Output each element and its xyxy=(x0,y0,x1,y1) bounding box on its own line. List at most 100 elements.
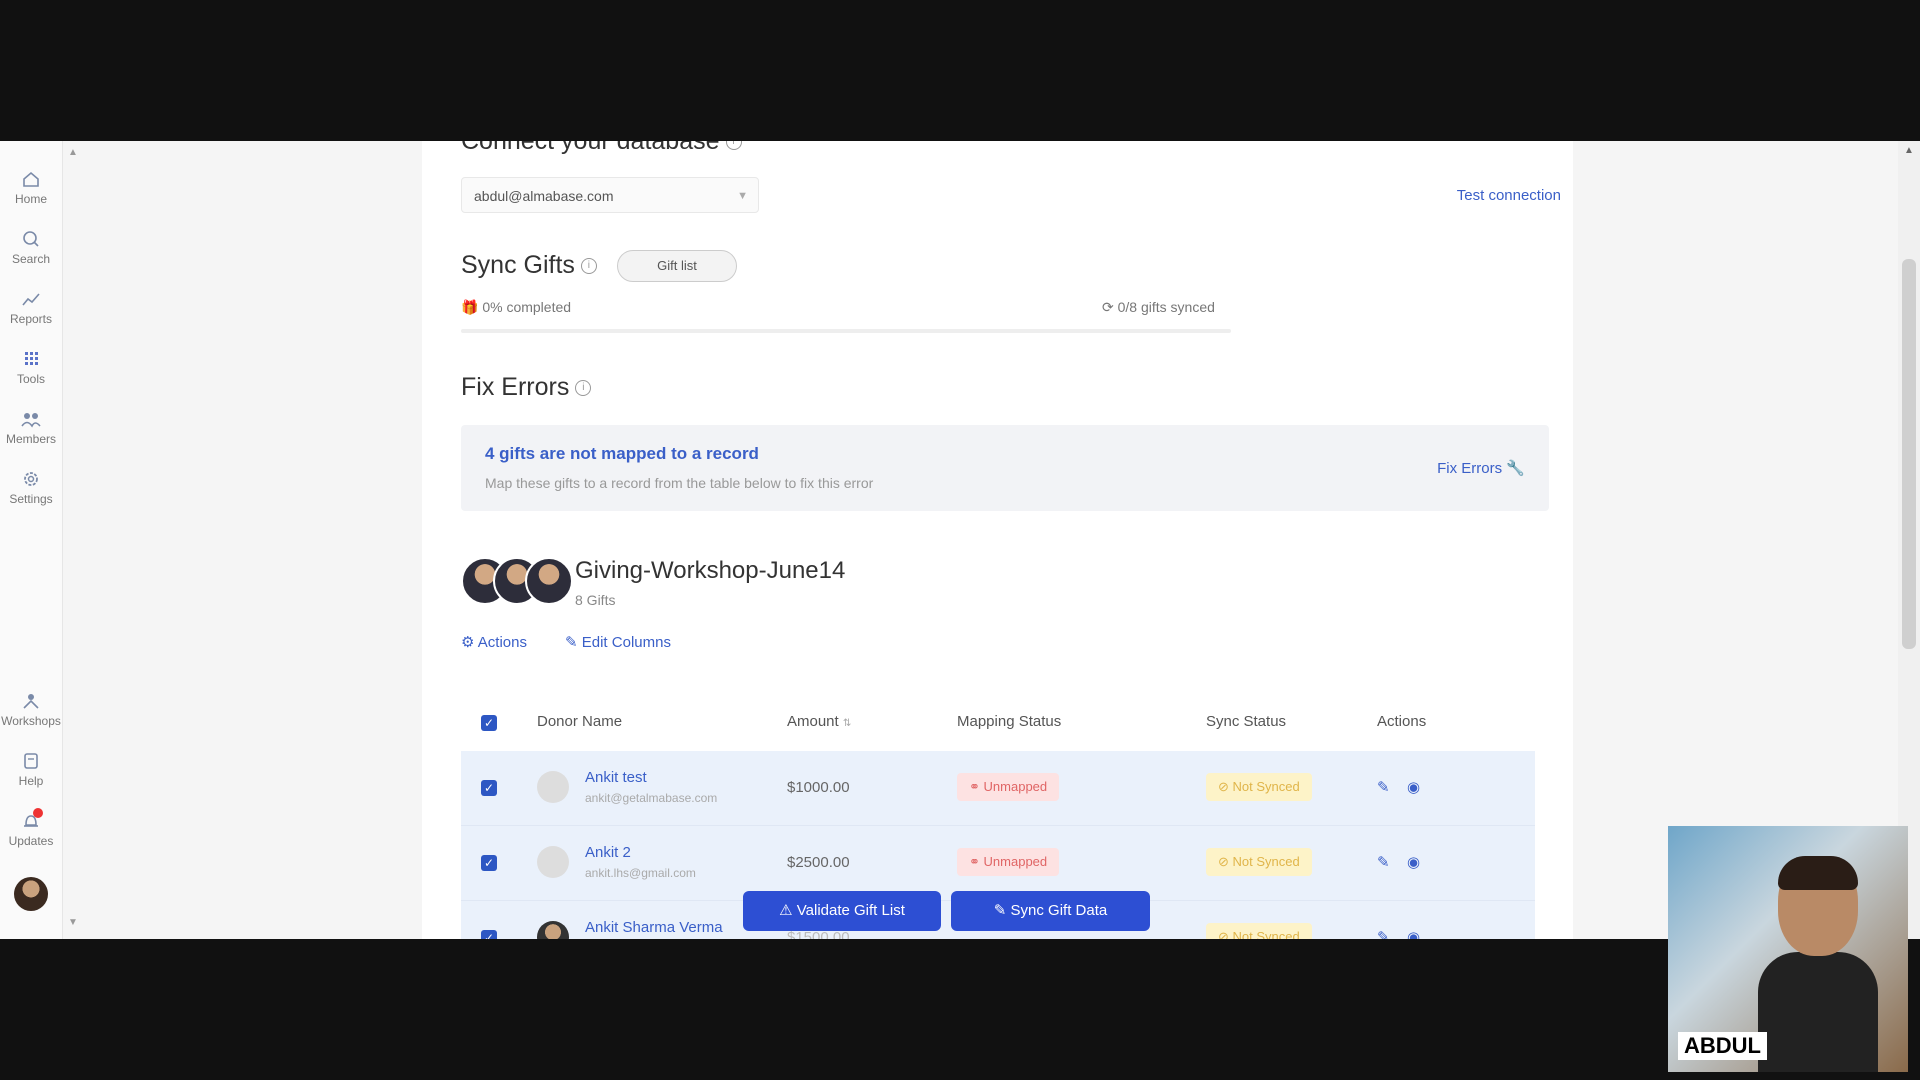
avatar xyxy=(537,921,569,939)
info-icon[interactable]: i xyxy=(725,141,742,151)
sync-button-label: Sync Gift Data xyxy=(1010,902,1108,919)
fix-errors-link-label: Fix Errors xyxy=(1437,460,1503,477)
info-icon[interactable]: i xyxy=(575,380,592,397)
sidebar-item-label: Settings xyxy=(9,492,53,506)
column-amount[interactable]: Amount ⇅ xyxy=(787,713,851,730)
error-title: 4 gifts are not mapped to a record xyxy=(485,444,759,463)
donor-avatars xyxy=(461,557,573,605)
edit-icon[interactable]: ✎ xyxy=(1377,928,1390,939)
sidebar-item-tools[interactable]: Tools xyxy=(0,349,62,386)
scrollbar-thumb[interactable] xyxy=(1902,259,1916,649)
gift-count: 8 Gifts xyxy=(575,592,616,608)
sidebar: Home Search Reports Tools Members Settin… xyxy=(0,141,63,939)
test-connection-link[interactable]: Test connection xyxy=(1457,187,1561,204)
main-content: Connect your database i abdul@almabase.co… xyxy=(422,141,1573,939)
fix-errors-title-text: Fix Errors xyxy=(461,373,570,401)
sync-gifts-title: Sync Gifts i xyxy=(461,251,597,280)
sidebar-item-members[interactable]: Members xyxy=(0,409,62,446)
gift-amount: $1000.00 xyxy=(787,779,850,796)
sidebar-scroll-up-icon[interactable]: ▲ xyxy=(68,147,78,158)
sidebar-item-label: Tools xyxy=(16,372,45,386)
validate-button-label: Validate Gift List xyxy=(796,902,905,919)
sync-status-text: Not Synced xyxy=(1232,854,1300,869)
error-description: Map these gifts to a record from the tab… xyxy=(485,475,874,491)
row-checkbox[interactable]: ✓ xyxy=(481,930,497,939)
not-synced-badge: ⊘ Not Synced xyxy=(1206,773,1312,801)
presenter-name-label: ABDUL xyxy=(1678,1032,1767,1060)
sort-icon: ⇅ xyxy=(842,718,852,729)
sync-gift-data-button[interactable]: ✎ Sync Gift Data xyxy=(951,891,1150,931)
page-scrollbar[interactable]: ▲ xyxy=(1898,141,1920,939)
table-row[interactable]: ✓ Ankit test ankit@getalmabase.com $1000… xyxy=(461,751,1535,826)
row-checkbox[interactable]: ✓ xyxy=(481,855,497,871)
column-sync-status[interactable]: Sync Status xyxy=(1206,713,1286,730)
avatar xyxy=(537,771,569,803)
sync-completed-status: 🎁 0% completed xyxy=(461,299,571,316)
sync-progress-bar xyxy=(461,329,1231,333)
row-checkbox[interactable]: ✓ xyxy=(481,780,497,796)
grid-icon xyxy=(25,352,38,365)
wrench-icon: 🔧 xyxy=(1506,460,1525,477)
presenter-hair xyxy=(1778,856,1858,890)
database-select[interactable]: abdul@almabase.com ▼ xyxy=(461,177,759,213)
column-mapping-status[interactable]: Mapping Status xyxy=(957,713,1061,730)
presenter-body xyxy=(1758,952,1878,1072)
donor-name[interactable]: Ankit test xyxy=(585,769,647,786)
info-icon[interactable]: i xyxy=(580,258,597,275)
sidebar-item-home[interactable]: Home xyxy=(0,169,62,206)
sidebar-scroll-down-icon[interactable]: ▼ xyxy=(68,917,78,928)
donor-name[interactable]: Ankit 2 xyxy=(585,844,631,861)
gear-icon: ⚙ xyxy=(461,634,475,651)
workshop-icon xyxy=(23,694,39,709)
actions-link[interactable]: ⚙ Actions xyxy=(461,633,527,651)
donor-email: ankit@getalmabase.com xyxy=(585,791,718,805)
gift-list-title: Giving-Workshop-June14 xyxy=(575,557,846,584)
view-icon[interactable]: ◉ xyxy=(1407,778,1420,796)
sidebar-item-search[interactable]: Search xyxy=(0,229,62,266)
sidebar-item-workshops[interactable]: Workshops xyxy=(0,691,62,728)
gift-list-pill[interactable]: Gift list xyxy=(617,250,737,282)
table-row[interactable]: ✓ Ankit 2 ankit.lhs@gmail.com $2500.00 ⚭… xyxy=(461,826,1535,901)
completed-text: 0% completed xyxy=(482,299,572,315)
actions-link-label: Actions xyxy=(477,634,527,651)
chevron-down-icon: ▼ xyxy=(737,190,748,202)
mapping-status-text: Unmapped xyxy=(983,854,1048,869)
refresh-icon: ⟳ xyxy=(1102,299,1114,315)
view-icon[interactable]: ◉ xyxy=(1407,853,1420,871)
view-icon[interactable]: ◉ xyxy=(1407,928,1420,939)
not-synced-badge: ⊘ Not Synced xyxy=(1206,923,1312,939)
select-all-checkbox[interactable]: ✓ xyxy=(481,715,497,731)
synced-count-text: 0/8 gifts synced xyxy=(1117,299,1215,315)
help-icon xyxy=(24,753,38,769)
column-donor-name[interactable]: Donor Name xyxy=(537,713,622,730)
table-header: ✓ Donor Name Amount ⇅ Mapping Status Syn… xyxy=(461,695,1535,751)
edit-icon[interactable]: ✎ xyxy=(1377,778,1390,796)
sync-status-text: Not Synced xyxy=(1232,929,1300,939)
sync-status-text: Not Synced xyxy=(1232,779,1300,794)
link-icon: ⚭ xyxy=(969,779,980,794)
database-title-text: Connect your database xyxy=(461,141,720,155)
edit-icon: ✎ xyxy=(565,634,578,651)
mapping-status-text: Unmapped xyxy=(983,779,1048,794)
edit-columns-label: Edit Columns xyxy=(581,634,671,651)
sidebar-item-help[interactable]: Help xyxy=(0,751,62,788)
edit-icon[interactable]: ✎ xyxy=(1377,853,1390,871)
screen-share-bottom-bar xyxy=(0,939,1920,1080)
fix-errors-link[interactable]: Fix Errors 🔧 xyxy=(1437,459,1525,477)
presenter-video xyxy=(1758,856,1878,1072)
sidebar-item-updates[interactable]: Updates xyxy=(0,811,62,848)
gift-icon: 🎁 xyxy=(461,299,479,315)
donor-name[interactable]: Ankit Sharma Verma xyxy=(585,919,723,936)
sync-gifts-title-text: Sync Gifts xyxy=(461,251,575,279)
user-avatar[interactable] xyxy=(14,877,48,911)
app-window: Home Search Reports Tools Members Settin… xyxy=(0,141,1920,939)
sidebar-item-reports[interactable]: Reports xyxy=(0,289,62,326)
scroll-up-icon[interactable]: ▲ xyxy=(1904,145,1914,156)
sidebar-item-settings[interactable]: Settings xyxy=(0,469,62,506)
webcam-overlay: ABDUL xyxy=(1668,826,1908,1072)
gift-amount: $2500.00 xyxy=(787,854,850,871)
edit-columns-link[interactable]: ✎ Edit Columns xyxy=(565,633,671,651)
validate-gift-list-button[interactable]: ⚠ Validate Gift List xyxy=(743,891,941,931)
notification-dot xyxy=(33,808,43,818)
home-icon xyxy=(23,171,39,187)
